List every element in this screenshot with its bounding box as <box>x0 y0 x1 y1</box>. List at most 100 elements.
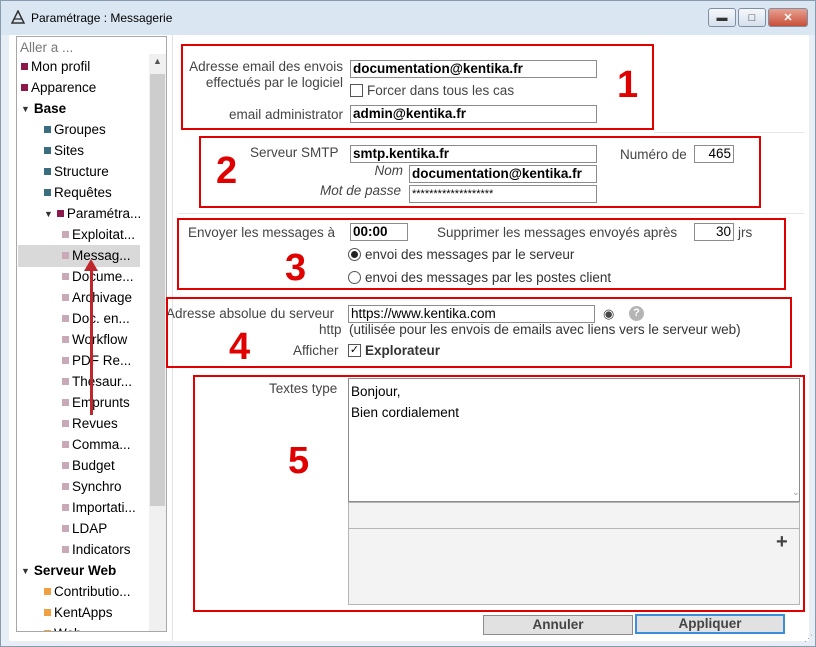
sidebar-item-label: Archivage <box>72 290 133 305</box>
sidebar-item-label: Paramétra... <box>66 206 142 221</box>
goto-input[interactable]: Aller a ... <box>20 40 73 55</box>
sidebar-item-label: Sites <box>54 143 85 158</box>
sidebar-item-label: Groupes <box>54 122 106 137</box>
sidebar-item-label: Requêtes <box>54 185 112 200</box>
title-bar[interactable]: Paramétrage : Messagerie ▬ □ ✕ <box>1 1 815 35</box>
sidebar-item[interactable]: Workflow <box>62 330 127 350</box>
app-logo-icon <box>11 10 25 24</box>
sidebar-item[interactable]: KentApps <box>44 603 113 623</box>
sidebar-item[interactable]: Groupes <box>44 120 106 140</box>
sidebar-item[interactable]: Comma... <box>62 435 131 455</box>
annotation-arrow-icon <box>84 259 98 271</box>
sidebar-item[interactable]: ▼ Base <box>21 99 66 119</box>
sidebar-item-label: Serveur Web <box>33 563 117 578</box>
sidebar-item-label: Doc. en... <box>72 311 130 326</box>
annotation-box-2 <box>199 136 761 208</box>
sidebar-item-label: Apparence <box>31 80 97 95</box>
annotation-box-1 <box>181 44 654 130</box>
sidebar-item-label: Comma... <box>72 437 131 452</box>
sidebar-item[interactable]: Archivage <box>62 288 132 308</box>
sidebar-item[interactable]: PDF Re... <box>62 351 131 371</box>
sidebar-item-label: Contributio... <box>54 584 131 599</box>
annotation-number-1: 1 <box>617 64 639 106</box>
sidebar-item[interactable]: Budget <box>62 456 115 476</box>
expand-arrow-icon[interactable]: ▼ <box>21 561 30 581</box>
sidebar-item-label: Mon profil <box>31 59 91 74</box>
bullet-icon <box>62 294 69 301</box>
sidebar-item[interactable]: Emprunts <box>62 393 130 413</box>
sidebar-item[interactable]: LDAP <box>62 519 107 539</box>
close-button[interactable]: ✕ <box>768 8 808 27</box>
bullet-icon <box>62 441 69 448</box>
bullet-icon <box>62 273 69 280</box>
annotation-number-3: 3 <box>285 247 307 289</box>
sidebar-item[interactable]: Thesaur... <box>62 372 132 392</box>
expand-arrow-icon[interactable]: ▼ <box>21 99 30 119</box>
annotation-box-3 <box>177 218 786 290</box>
window-title: Paramétrage : Messagerie <box>31 11 173 25</box>
sidebar-item-label: Thesaur... <box>72 374 133 389</box>
bullet-icon <box>44 630 51 631</box>
annotation-number-2: 2 <box>216 150 238 192</box>
sidebar-item[interactable]: Revues <box>62 414 118 434</box>
sidebar-item-label: KentApps <box>54 605 113 620</box>
bullet-icon <box>44 168 51 175</box>
sidebar-item-label: Web ... <box>54 626 97 631</box>
sidebar-item-label: Workflow <box>72 332 128 347</box>
bullet-icon <box>44 588 51 595</box>
sidebar-item[interactable]: ▼ Paramétra... <box>44 204 141 224</box>
bullet-icon <box>44 609 51 616</box>
maximize-icon: □ <box>748 11 756 24</box>
close-icon: ✕ <box>783 12 793 24</box>
sidebar-item-label: PDF Re... <box>72 353 132 368</box>
sidebar-item-label: Synchro <box>72 479 122 494</box>
sidebar-item-label: LDAP <box>72 521 108 536</box>
bullet-icon <box>21 84 28 91</box>
dialog-body: Aller a ... Mon profil Apparence ▼ Base Grou… <box>9 35 809 641</box>
sidebar-tree: Aller a ... Mon profil Apparence ▼ Base Grou… <box>16 36 167 632</box>
scroll-up-icon[interactable]: ▲ <box>153 56 162 66</box>
apply-button[interactable]: Appliquer <box>635 614 785 634</box>
bullet-icon <box>62 483 69 490</box>
bullet-icon <box>62 231 69 238</box>
bullet-icon <box>56 210 64 217</box>
sidebar-item[interactable]: Importati... <box>62 498 136 518</box>
sidebar-item[interactable]: Exploitat... <box>62 225 135 245</box>
bullet-icon <box>21 63 28 70</box>
bullet-icon <box>62 336 69 343</box>
minimize-button[interactable]: ▬ <box>708 8 736 27</box>
expand-arrow-icon[interactable]: ▼ <box>44 204 53 224</box>
sidebar-item-label: Importati... <box>72 500 136 515</box>
resize-grip-icon[interactable]: ⋰ <box>804 633 813 644</box>
bullet-icon <box>62 252 69 259</box>
sidebar-item[interactable]: Indicators <box>62 540 131 560</box>
sidebar-item-label: Messag... <box>72 248 131 263</box>
sidebar-item-label: Structure <box>54 164 109 179</box>
sidebar-item[interactable]: Requêtes <box>44 183 112 203</box>
sidebar-item[interactable]: Doc. en... <box>62 309 130 329</box>
sidebar-item[interactable]: Web ... <box>44 624 97 631</box>
separator <box>179 213 804 214</box>
bullet-icon <box>62 378 69 385</box>
sidebar-item[interactable]: Mon profil <box>21 57 90 77</box>
cancel-button[interactable]: Annuler <box>483 615 633 635</box>
sidebar-item[interactable]: ▼ Serveur Web <box>21 561 116 581</box>
sidebar-item[interactable]: Sites <box>44 141 84 161</box>
bullet-icon <box>62 525 69 532</box>
sidebar-item-label: Indicators <box>72 542 131 557</box>
annotation-number-5: 5 <box>288 440 310 482</box>
sidebar-item[interactable]: Synchro <box>62 477 122 497</box>
bullet-icon <box>44 147 51 154</box>
maximize-button[interactable]: □ <box>738 8 766 27</box>
sidebar-item[interactable]: Structure <box>44 162 109 182</box>
sidebar-item-label: Emprunts <box>72 395 130 410</box>
bullet-icon <box>62 546 69 553</box>
sidebar-item[interactable]: Contributio... <box>44 582 131 602</box>
sidebar-item-label: Revues <box>72 416 118 431</box>
sidebar-item-label: Docume... <box>72 269 134 284</box>
sidebar-item-label: Base <box>33 101 67 116</box>
scroll-thumb[interactable] <box>150 74 165 506</box>
sidebar-item[interactable]: Apparence <box>21 78 96 98</box>
sidebar-scrollbar[interactable]: ▲ <box>149 54 166 631</box>
bullet-icon <box>62 462 69 469</box>
